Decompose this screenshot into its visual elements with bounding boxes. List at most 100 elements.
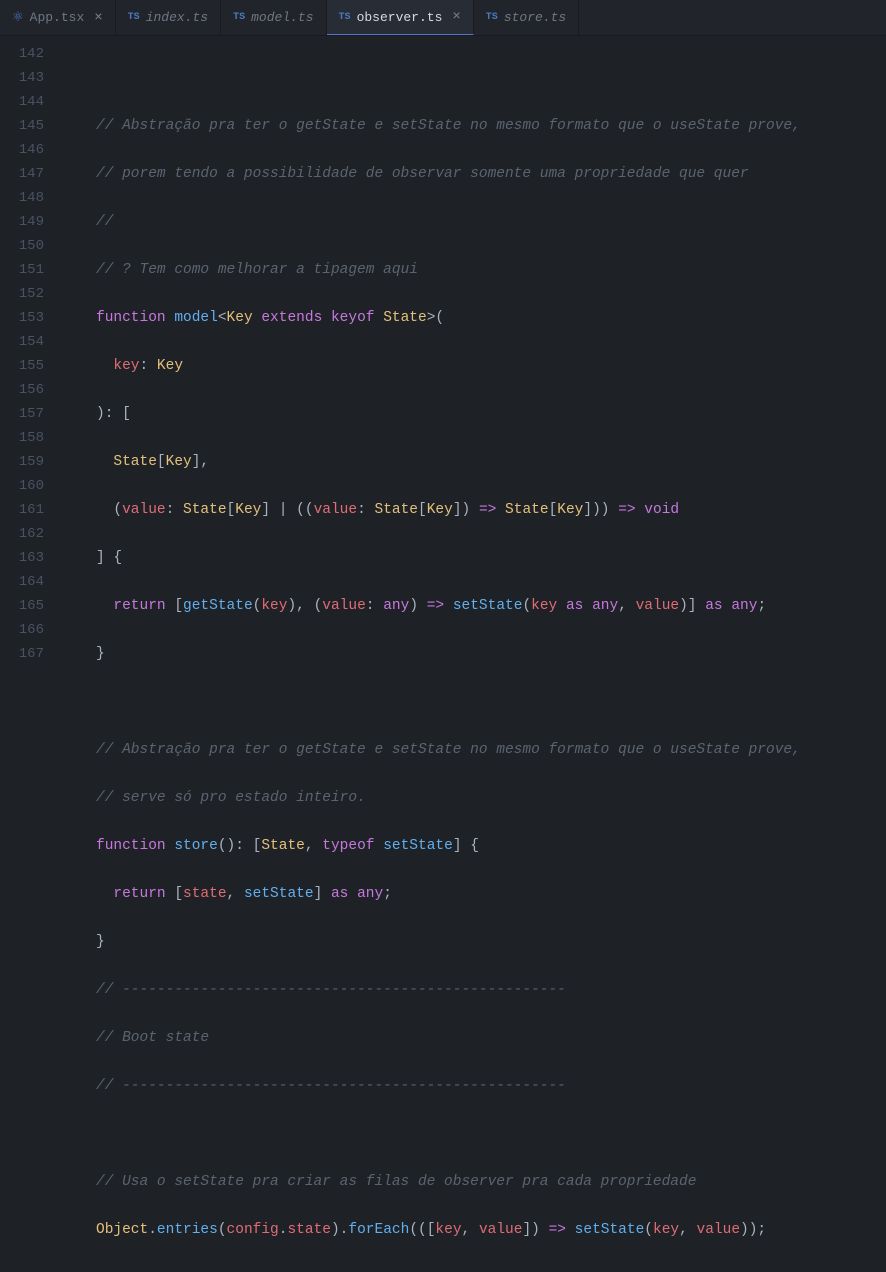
tab-label: observer.ts — [357, 10, 443, 25]
type: State — [113, 454, 157, 470]
type: State — [183, 502, 227, 518]
type: Key — [227, 310, 253, 326]
obj: Object — [96, 1222, 148, 1238]
comment: // Abstração pra ter o getState e setSta… — [96, 118, 801, 134]
line-number: 159 — [0, 450, 44, 474]
tab-observer[interactable]: TS observer.ts × — [327, 0, 474, 35]
kw: typeof — [322, 838, 374, 854]
tab-store[interactable]: TS store.ts — [474, 0, 579, 35]
fn: getState — [183, 598, 253, 614]
type: Key — [235, 502, 261, 518]
code-area[interactable]: // Abstração pra ter o getState e setSta… — [64, 36, 886, 636]
comment: // ? Tem como melhorar a tipagem aqui — [96, 262, 418, 278]
editor[interactable]: 1421431441451461471481491501511521531541… — [0, 36, 886, 636]
kw: as — [566, 598, 583, 614]
comment: // — [96, 214, 113, 230]
prop: state — [287, 1222, 331, 1238]
param: value — [322, 598, 366, 614]
type: State — [375, 502, 419, 518]
line-number: 154 — [0, 330, 44, 354]
line-number: 164 — [0, 570, 44, 594]
line-number: 161 — [0, 498, 44, 522]
param: value — [479, 1222, 523, 1238]
comment: // -------------------------------------… — [96, 982, 566, 998]
var: key — [653, 1222, 679, 1238]
ts-icon: TS — [233, 12, 245, 23]
kw: function — [96, 310, 166, 326]
line-number: 145 — [0, 114, 44, 138]
param: value — [122, 502, 166, 518]
fn: store — [174, 838, 218, 854]
tab-label: index.ts — [146, 10, 208, 25]
type: Key — [166, 454, 192, 470]
comment: // Usa o setState pra criar as filas de … — [96, 1174, 696, 1190]
line-number: 147 — [0, 162, 44, 186]
var: key — [531, 598, 557, 614]
kw: as — [705, 598, 722, 614]
line-number: 151 — [0, 258, 44, 282]
kw: any — [357, 886, 383, 902]
type: Key — [427, 502, 453, 518]
type: Key — [157, 358, 183, 374]
param: key — [113, 358, 139, 374]
kw: extends — [261, 310, 322, 326]
line-number: 157 — [0, 402, 44, 426]
var: key — [261, 598, 287, 614]
ts-icon: TS — [339, 12, 351, 23]
line-number: 162 — [0, 522, 44, 546]
type: State — [261, 838, 305, 854]
line-number: 149 — [0, 210, 44, 234]
line-number: 153 — [0, 306, 44, 330]
fn: setState — [244, 886, 314, 902]
tab-bar: ⚛ App.tsx × TS index.ts TS model.ts TS o… — [0, 0, 886, 36]
tab-label: model.ts — [251, 10, 313, 25]
kw: void — [644, 502, 679, 518]
tab-app[interactable]: ⚛ App.tsx × — [0, 0, 116, 35]
comment: // Abstração pra ter o getState e setSta… — [96, 742, 801, 758]
tab-label: App.tsx — [30, 10, 85, 25]
tab-index[interactable]: TS index.ts — [116, 0, 221, 35]
var: config — [227, 1222, 279, 1238]
ts-icon: TS — [486, 12, 498, 23]
line-number: 163 — [0, 546, 44, 570]
comment: // porem tendo a possibilidade de observ… — [96, 166, 749, 182]
ts-icon: TS — [128, 12, 140, 23]
line-number: 146 — [0, 138, 44, 162]
comment: // serve só pro estado inteiro. — [96, 790, 366, 806]
fn: setState — [453, 598, 523, 614]
react-icon: ⚛ — [12, 10, 24, 25]
param: value — [314, 502, 358, 518]
line-number: 148 — [0, 186, 44, 210]
line-number: 160 — [0, 474, 44, 498]
tab-label: store.ts — [504, 10, 566, 25]
close-icon[interactable]: × — [94, 10, 102, 26]
type: State — [505, 502, 549, 518]
type: State — [383, 310, 427, 326]
line-number: 166 — [0, 618, 44, 642]
line-number: 156 — [0, 378, 44, 402]
kw: function — [96, 838, 166, 854]
kw: return — [113, 886, 165, 902]
kw: return — [113, 598, 165, 614]
kw: any — [383, 598, 409, 614]
line-number: 158 — [0, 426, 44, 450]
type: Key — [557, 502, 583, 518]
line-number: 155 — [0, 354, 44, 378]
fn: setState — [575, 1222, 645, 1238]
line-number: 144 — [0, 90, 44, 114]
param: key — [435, 1222, 461, 1238]
comment: // Boot state — [96, 1030, 209, 1046]
line-number: 150 — [0, 234, 44, 258]
kw: keyof — [331, 310, 375, 326]
line-number: 152 — [0, 282, 44, 306]
kw: any — [731, 598, 757, 614]
line-numbers: 1421431441451461471481491501511521531541… — [0, 36, 64, 636]
kw: as — [331, 886, 348, 902]
var: value — [697, 1222, 741, 1238]
comment: // -------------------------------------… — [96, 1078, 566, 1094]
close-icon[interactable]: × — [452, 9, 460, 25]
fn: setState — [383, 838, 453, 854]
var: state — [183, 886, 227, 902]
tab-model[interactable]: TS model.ts — [221, 0, 326, 35]
fn: entries — [157, 1222, 218, 1238]
